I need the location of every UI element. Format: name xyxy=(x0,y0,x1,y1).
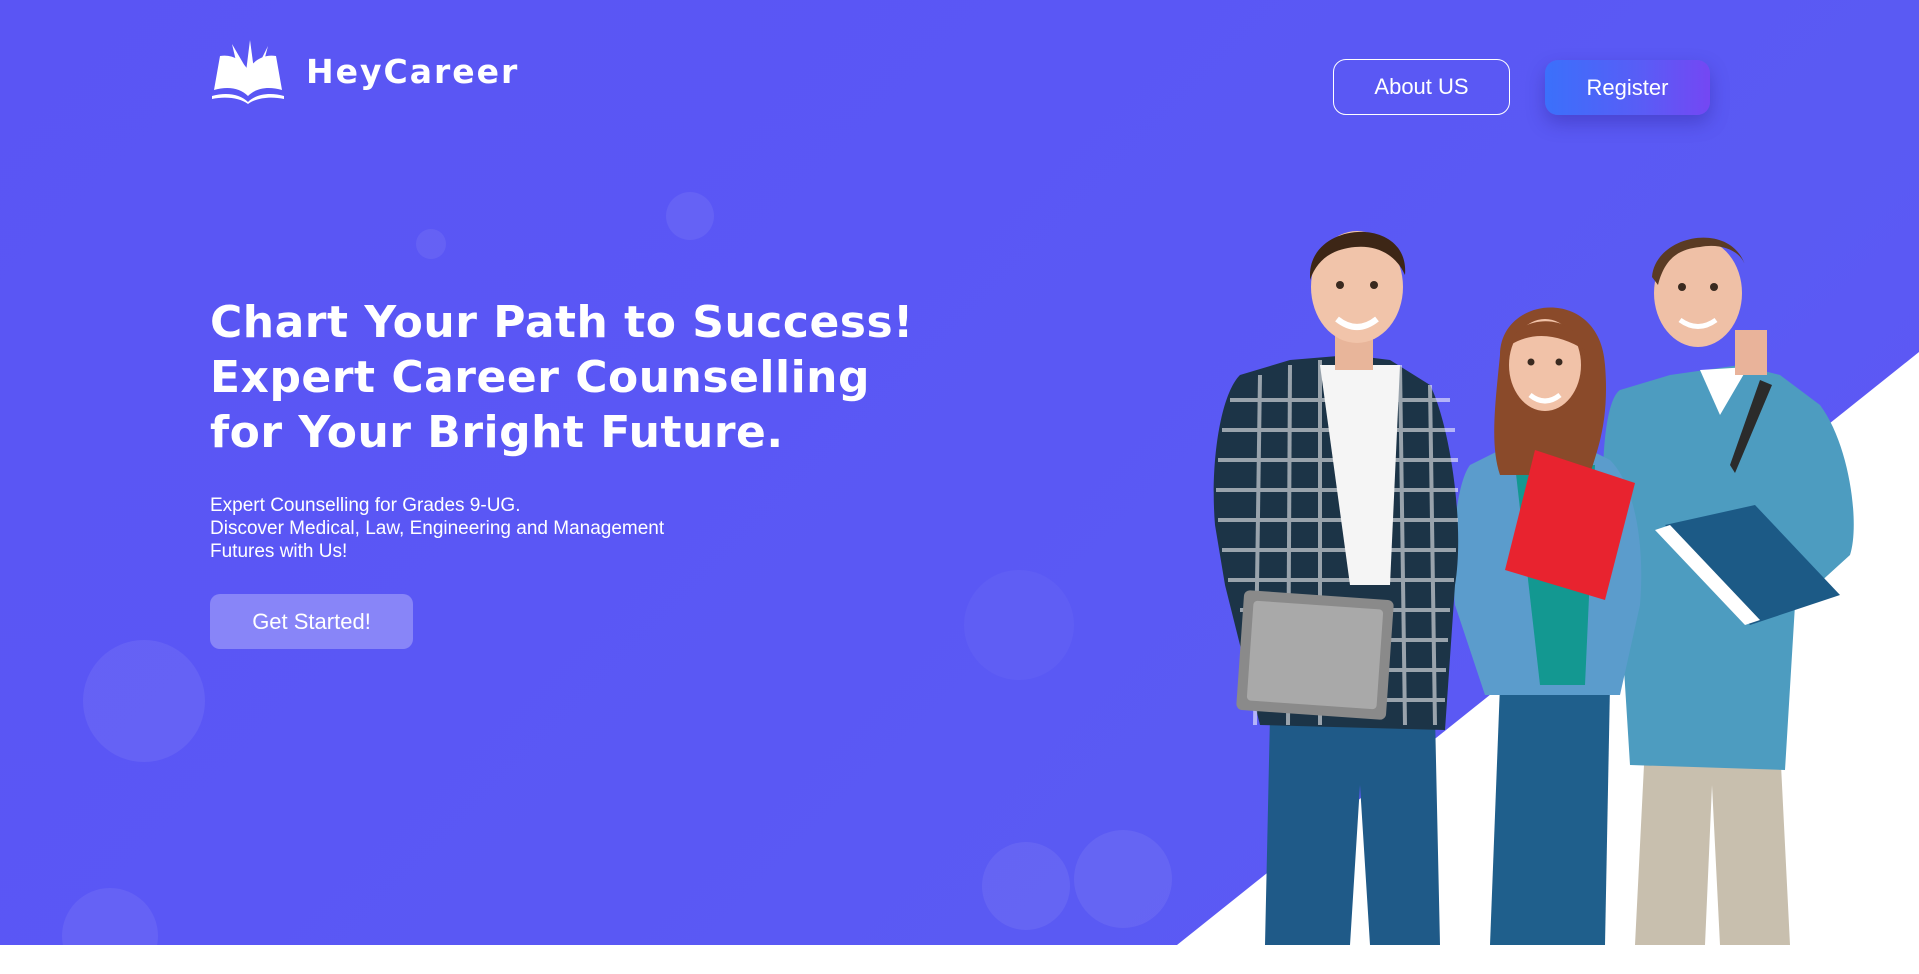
subtext-line: Expert Counselling for Grades 9-UG. xyxy=(210,495,521,516)
headline-line: Expert Career Counselling xyxy=(210,352,870,403)
decor-bubble xyxy=(62,888,158,945)
about-us-button[interactable]: About US xyxy=(1333,59,1510,115)
headline-line: for Your Bright Future. xyxy=(210,407,784,458)
decor-bubble xyxy=(1074,830,1172,928)
get-started-button[interactable]: Get Started! xyxy=(210,594,413,649)
subtext-line: Discover Medical, Law, Engineering and M… xyxy=(210,518,665,539)
headline-line: Chart Your Path to Success! xyxy=(210,297,914,348)
open-book-icon xyxy=(212,40,284,104)
hero-subtext: Expert Counselling for Grades 9-UG. Disc… xyxy=(210,494,664,563)
decor-bubble xyxy=(83,640,205,762)
brand-name: HeyCareer xyxy=(306,51,520,91)
register-button[interactable]: Register xyxy=(1545,60,1710,115)
decor-bubble xyxy=(982,842,1070,930)
hero-section: HeyCareer About US Register Chart Your P… xyxy=(0,0,1919,945)
brand-logo[interactable]: HeyCareer xyxy=(210,38,519,104)
decor-bubble xyxy=(416,229,446,259)
decor-bubble xyxy=(964,570,1074,680)
decor-bubble xyxy=(666,192,714,240)
student-left xyxy=(1213,231,1459,945)
hero-headline: Chart Your Path to Success! Expert Caree… xyxy=(210,295,914,460)
students-image xyxy=(1213,231,1854,945)
subtext-line: Futures with Us! xyxy=(210,541,348,562)
